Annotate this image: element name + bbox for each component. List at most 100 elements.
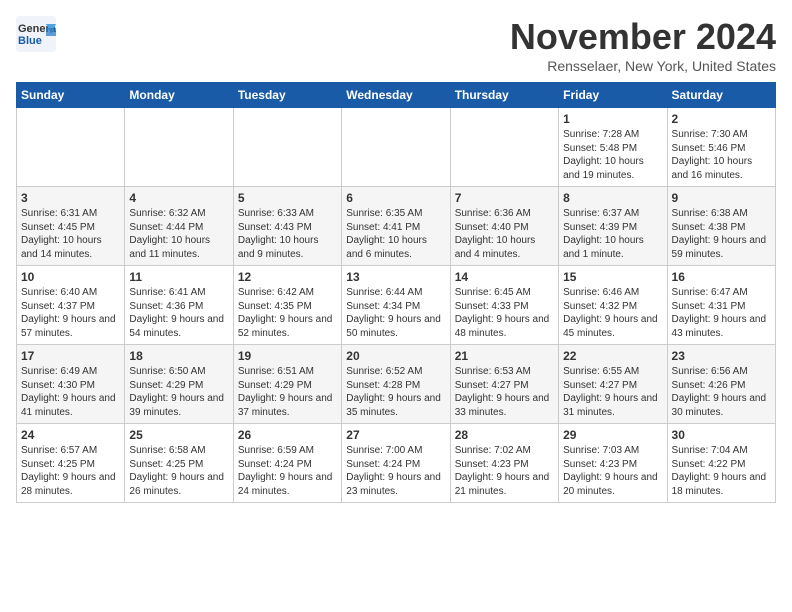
day-info: Sunrise: 6:36 AM Sunset: 4:40 PM Dayligh… (455, 207, 554, 261)
calendar-cell: 4 Sunrise: 6:32 AM Sunset: 4:44 PM Daylig… (125, 187, 233, 266)
day-number: 12 (238, 270, 337, 284)
calendar-cell: 14 Sunrise: 6:45 AM Sunset: 4:33 PM Dayli… (450, 266, 558, 345)
day-number: 19 (238, 349, 337, 363)
calendar-cell: 18Sunrise: 6:50 AM Sunset: 4:29 PM Dayli… (125, 345, 233, 424)
day-number: 11 (129, 270, 228, 284)
logo-icon: General Blue (16, 16, 56, 52)
day-info: Sunrise: 6:44 AM Sunset: 4:34 PM Dayligh… (346, 286, 445, 340)
day-number: 13 (346, 270, 445, 284)
calendar-cell: 2Sunrise: 7:30 AM Sunset: 5:46 PM Daylig… (667, 108, 775, 187)
header: General Blue November 2024 Rensselaer, N… (16, 16, 776, 74)
calendar-cell: 3 Sunrise: 6:31 AM Sunset: 4:45 PM Daylig… (17, 187, 125, 266)
calendar-cell: 6Sunrise: 6:35 AM Sunset: 4:41 PM Daylig… (342, 187, 450, 266)
day-info: Sunrise: 6:52 AM Sunset: 4:28 PM Dayligh… (346, 365, 445, 419)
day-info: Sunrise: 7:04 AM Sunset: 4:22 PM Dayligh… (672, 444, 771, 498)
day-number: 14 (455, 270, 554, 284)
calendar-cell: 9 Sunrise: 6:38 AM Sunset: 4:38 PM Daylig… (667, 187, 775, 266)
week-row: 3 Sunrise: 6:31 AM Sunset: 4:45 PM Daylig… (17, 187, 776, 266)
calendar-cell: 19Sunrise: 6:51 AM Sunset: 4:29 PM Dayli… (233, 345, 341, 424)
calendar-cell: 10 Sunrise: 6:40 AM Sunset: 4:37 PM Dayli… (17, 266, 125, 345)
day-info: Sunrise: 6:33 AM Sunset: 4:43 PM Dayligh… (238, 207, 337, 261)
calendar-cell: 7 Sunrise: 6:36 AM Sunset: 4:40 PM Daylig… (450, 187, 558, 266)
day-info: Sunrise: 6:46 AM Sunset: 4:32 PM Dayligh… (563, 286, 662, 340)
calendar-cell: 29 Sunrise: 7:03 AM Sunset: 4:23 PM Dayli… (559, 424, 667, 503)
day-number: 5 (238, 191, 337, 205)
calendar-cell: 25Sunrise: 6:58 AM Sunset: 4:25 PM Dayli… (125, 424, 233, 503)
day-number: 3 (21, 191, 120, 205)
day-number: 28 (455, 428, 554, 442)
title-area: November 2024 Rensselaer, New York, Unit… (510, 16, 776, 74)
calendar-cell: 11 Sunrise: 6:41 AM Sunset: 4:36 PM Dayli… (125, 266, 233, 345)
calendar: SundayMondayTuesdayWednesdayThursdayFrid… (16, 82, 776, 503)
day-info: Sunrise: 6:59 AM Sunset: 4:24 PM Dayligh… (238, 444, 337, 498)
day-number: 4 (129, 191, 228, 205)
week-row: 10 Sunrise: 6:40 AM Sunset: 4:37 PM Dayli… (17, 266, 776, 345)
day-number: 16 (672, 270, 771, 284)
day-info: Sunrise: 7:02 AM Sunset: 4:23 PM Dayligh… (455, 444, 554, 498)
calendar-cell: 12 Sunrise: 6:42 AM Sunset: 4:35 PM Dayli… (233, 266, 341, 345)
month-title: November 2024 (510, 16, 776, 58)
day-info: Sunrise: 6:47 AM Sunset: 4:31 PM Dayligh… (672, 286, 771, 340)
day-info: Sunrise: 6:53 AM Sunset: 4:27 PM Dayligh… (455, 365, 554, 419)
day-number: 1 (563, 112, 662, 126)
day-number: 26 (238, 428, 337, 442)
calendar-cell: 30 Sunrise: 7:04 AM Sunset: 4:22 PM Dayli… (667, 424, 775, 503)
calendar-cell: 27 Sunrise: 7:00 AM Sunset: 4:24 PM Dayli… (342, 424, 450, 503)
day-number: 7 (455, 191, 554, 205)
calendar-cell: 28 Sunrise: 7:02 AM Sunset: 4:23 PM Dayli… (450, 424, 558, 503)
day-info: Sunrise: 7:00 AM Sunset: 4:24 PM Dayligh… (346, 444, 445, 498)
weekday-saturday: Saturday (667, 83, 775, 108)
day-info: Sunrise: 6:56 AM Sunset: 4:26 PM Dayligh… (672, 365, 771, 419)
day-number: 27 (346, 428, 445, 442)
calendar-cell: 21 Sunrise: 6:53 AM Sunset: 4:27 PM Dayli… (450, 345, 558, 424)
calendar-cell: 20Sunrise: 6:52 AM Sunset: 4:28 PM Dayli… (342, 345, 450, 424)
day-info: Sunrise: 6:32 AM Sunset: 4:44 PM Dayligh… (129, 207, 228, 261)
day-info: Sunrise: 6:49 AM Sunset: 4:30 PM Dayligh… (21, 365, 120, 419)
weekday-wednesday: Wednesday (342, 83, 450, 108)
day-info: Sunrise: 6:38 AM Sunset: 4:38 PM Dayligh… (672, 207, 771, 261)
weekday-tuesday: Tuesday (233, 83, 341, 108)
week-row: 1 Sunrise: 7:28 AM Sunset: 5:48 PM Daylig… (17, 108, 776, 187)
day-info: Sunrise: 7:28 AM Sunset: 5:48 PM Dayligh… (563, 128, 662, 182)
day-info: Sunrise: 6:57 AM Sunset: 4:25 PM Dayligh… (21, 444, 120, 498)
day-info: Sunrise: 6:31 AM Sunset: 4:45 PM Dayligh… (21, 207, 120, 261)
calendar-body: 1 Sunrise: 7:28 AM Sunset: 5:48 PM Daylig… (17, 108, 776, 503)
calendar-cell: 13 Sunrise: 6:44 AM Sunset: 4:34 PM Dayli… (342, 266, 450, 345)
day-number: 21 (455, 349, 554, 363)
weekday-friday: Friday (559, 83, 667, 108)
day-number: 17 (21, 349, 120, 363)
calendar-cell: 26 Sunrise: 6:59 AM Sunset: 4:24 PM Dayli… (233, 424, 341, 503)
calendar-cell: 1 Sunrise: 7:28 AM Sunset: 5:48 PM Daylig… (559, 108, 667, 187)
calendar-cell: 5 Sunrise: 6:33 AM Sunset: 4:43 PM Daylig… (233, 187, 341, 266)
day-info: Sunrise: 6:50 AM Sunset: 4:29 PM Dayligh… (129, 365, 228, 419)
day-number: 9 (672, 191, 771, 205)
weekday-sunday: Sunday (17, 83, 125, 108)
day-number: 10 (21, 270, 120, 284)
day-number: 15 (563, 270, 662, 284)
calendar-cell: 23Sunrise: 6:56 AM Sunset: 4:26 PM Dayli… (667, 345, 775, 424)
day-info: Sunrise: 7:03 AM Sunset: 4:23 PM Dayligh… (563, 444, 662, 498)
logo: General Blue (16, 16, 56, 52)
calendar-cell: 15 Sunrise: 6:46 AM Sunset: 4:32 PM Dayli… (559, 266, 667, 345)
day-number: 2 (672, 112, 771, 126)
calendar-cell (450, 108, 558, 187)
day-info: Sunrise: 6:37 AM Sunset: 4:39 PM Dayligh… (563, 207, 662, 261)
day-info: Sunrise: 6:45 AM Sunset: 4:33 PM Dayligh… (455, 286, 554, 340)
day-info: Sunrise: 6:41 AM Sunset: 4:36 PM Dayligh… (129, 286, 228, 340)
calendar-cell (233, 108, 341, 187)
day-info: Sunrise: 6:42 AM Sunset: 4:35 PM Dayligh… (238, 286, 337, 340)
day-number: 24 (21, 428, 120, 442)
day-number: 30 (672, 428, 771, 442)
calendar-cell (125, 108, 233, 187)
day-number: 29 (563, 428, 662, 442)
weekday-header: SundayMondayTuesdayWednesdayThursdayFrid… (17, 83, 776, 108)
week-row: 17 Sunrise: 6:49 AM Sunset: 4:30 PM Dayli… (17, 345, 776, 424)
weekday-thursday: Thursday (450, 83, 558, 108)
day-number: 25 (129, 428, 228, 442)
day-info: Sunrise: 6:40 AM Sunset: 4:37 PM Dayligh… (21, 286, 120, 340)
calendar-cell: 24 Sunrise: 6:57 AM Sunset: 4:25 PM Dayli… (17, 424, 125, 503)
calendar-cell (342, 108, 450, 187)
week-row: 24 Sunrise: 6:57 AM Sunset: 4:25 PM Dayli… (17, 424, 776, 503)
weekday-monday: Monday (125, 83, 233, 108)
location: Rensselaer, New York, United States (510, 58, 776, 74)
